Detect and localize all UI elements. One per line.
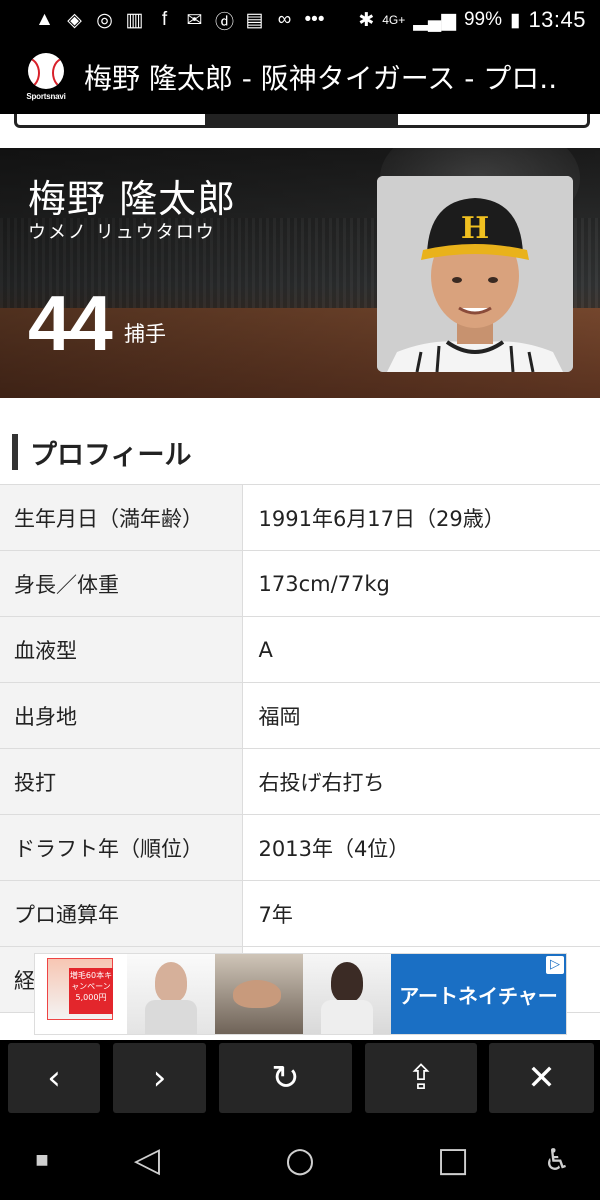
profile-label: 出身地 [0, 682, 243, 749]
table-row: 投打 右投げ右打ち [0, 748, 600, 815]
web-page: 梅野 隆太郎 ウメノ リュウタロウ 44 捕手 H プロフィール 生年月日（満年… [0, 114, 600, 1040]
site-logo-text: Sportsnavi [26, 92, 66, 101]
nav-home-icon[interactable]: ○ [272, 1138, 328, 1182]
adchoices-icon[interactable]: ▷ [546, 956, 564, 974]
close-button[interactable]: ✕ [489, 1043, 594, 1113]
accessibility-icon[interactable]: ♿ [532, 1138, 582, 1182]
share-button[interactable]: ⇪ [365, 1043, 477, 1113]
wifi-app-icon: ◎ [96, 9, 113, 31]
profile-value: 1991年6月17日（29歳） [242, 484, 600, 551]
uniform-number: 44 [28, 279, 113, 367]
table-row: ドラフト年（順位） 2013年（4位） [0, 814, 600, 881]
profile-label: プロ通算年 [0, 880, 243, 947]
ad-image-salon[interactable] [215, 954, 303, 1034]
browser-title-bar: Sportsnavi 梅野 隆太郎 - 阪神タイガース - プロ.. [0, 40, 600, 114]
bluetooth-icon: ✱ [358, 9, 375, 31]
more-icon: ••• [304, 9, 325, 30]
profile-label: 身長／体重 [0, 550, 243, 617]
ad-promo-badge: 増毛60本キャンペーン5,000円 [69, 968, 113, 1014]
battery-percent: 99% [463, 9, 502, 30]
battery-icon: ▮ [509, 9, 521, 31]
player-photo: H [377, 176, 573, 372]
baseball-icon [28, 53, 64, 89]
forward-button[interactable]: › [113, 1043, 206, 1113]
link-icon: ∞ [277, 9, 292, 30]
clock: 13:45 [528, 7, 586, 32]
nav-back-icon[interactable]: ◁ [120, 1138, 174, 1182]
page-title: 梅野 隆太郎 - 阪神タイガース - プロ.. [84, 62, 558, 95]
profile-table: 生年月日（満年齢） 1991年6月17日（29歳） 身長／体重 173cm/77… [0, 484, 600, 1013]
notification-icons: ▲ ◈ ◎ ▥ f ✉ ⓓ ▤ ∞ ••• [34, 7, 325, 34]
svg-text:H: H [461, 211, 489, 246]
nav-recents-icon[interactable]: □ [426, 1138, 480, 1182]
mail-icon: ✉ [186, 9, 203, 31]
ad-banner[interactable]: 増毛60本キャンペーン5,000円 アートネイチャー ▷ [34, 953, 567, 1035]
network-type: 4G+ [382, 13, 406, 27]
player-kana: ウメノ リュウタロウ [28, 222, 216, 243]
facebook-icon: f [161, 9, 168, 30]
table-row: 出身地 福岡 [0, 682, 600, 749]
table-row: プロ通算年 7年 [0, 880, 600, 947]
table-row: 生年月日（満年齢） 1991年6月17日（29歳） [0, 484, 600, 551]
system-nav-bar: ■ ◁ ○ □ ♿ [0, 1120, 600, 1200]
profile-value: 7年 [242, 880, 600, 947]
profile-value: 173cm/77kg [242, 550, 600, 617]
player-header: 梅野 隆太郎 ウメノ リュウタロウ 44 捕手 H [0, 148, 600, 398]
nav-dot-icon[interactable]: ■ [34, 1138, 50, 1182]
profile-value: 右投げ右打ち [242, 748, 600, 815]
player-name: 梅野 隆太郎 [28, 177, 237, 221]
ad-brand-logo[interactable]: アートネイチャー [391, 954, 566, 1034]
profile-value: A [242, 616, 600, 683]
profile-value: 2013年（4位） [242, 814, 600, 881]
active-tab-indicator[interactable] [205, 114, 398, 128]
profile-label: 血液型 [0, 616, 243, 683]
ad-image-hair[interactable] [303, 954, 391, 1034]
ad-image-man[interactable] [127, 954, 215, 1034]
profile-value: 福岡 [242, 682, 600, 749]
browser-toolbar: ‹ › ↻ ⇪ ✕ [0, 1040, 600, 1120]
news-icon: ▤ [245, 9, 264, 31]
profile-label: ドラフト年（順位） [0, 814, 243, 881]
site-logo[interactable]: Sportsnavi [22, 47, 70, 107]
book-icon: ▥ [125, 9, 144, 31]
reload-button[interactable]: ↻ [219, 1043, 352, 1113]
app-icon: ◈ [67, 9, 82, 31]
back-button[interactable]: ‹ [8, 1043, 100, 1113]
table-row: 血液型 A [0, 616, 600, 683]
profile-section-title: プロフィール [12, 434, 191, 471]
ad-image-promo[interactable]: 増毛60本キャンペーン5,000円 [35, 954, 127, 1034]
status-bar: ▲ ◈ ◎ ▥ f ✉ ⓓ ▤ ∞ ••• ✱ 4G+ ▂▄▆ 99% ▮ 13… [0, 0, 600, 40]
profile-label: 投打 [0, 748, 243, 815]
player-position: 捕手 [124, 322, 166, 346]
signal-icon: ▂▄▆ [413, 9, 456, 31]
d-app-icon: ⓓ [214, 11, 234, 33]
alert-icon: ▲ [35, 9, 54, 30]
profile-label: 生年月日（満年齢） [0, 484, 243, 551]
tab-strip [0, 114, 600, 150]
table-row: 身長／体重 173cm/77kg [0, 550, 600, 617]
